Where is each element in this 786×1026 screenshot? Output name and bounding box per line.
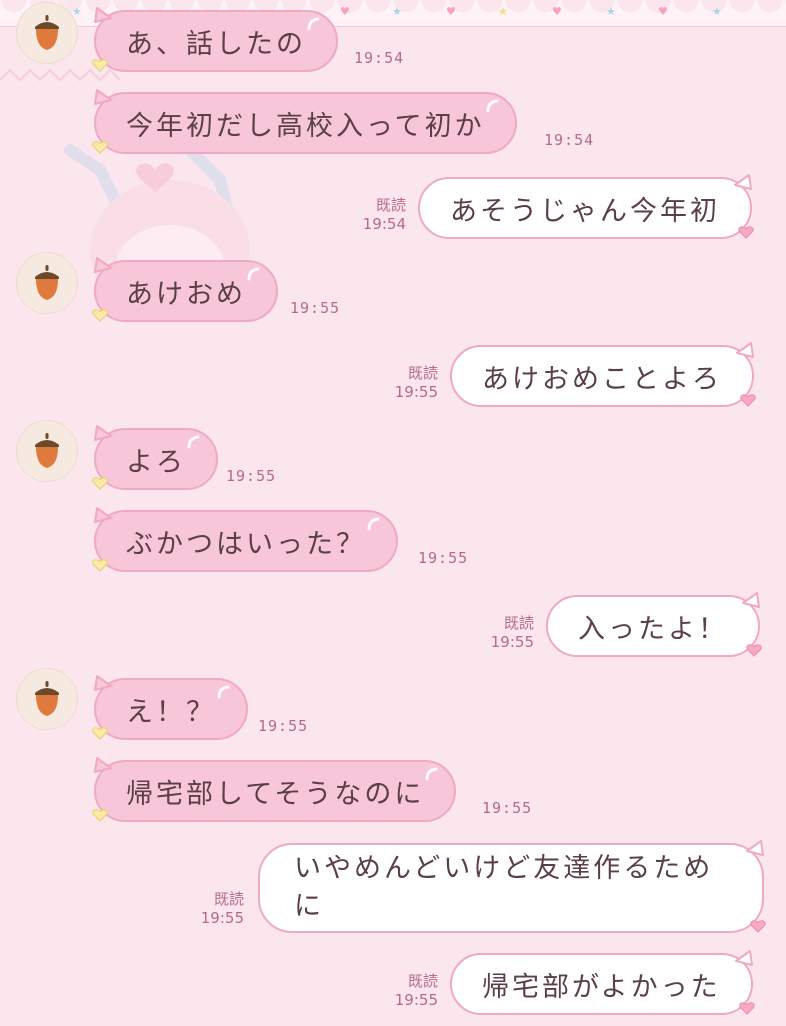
outgoing-message-bubble[interactable]: 帰宅部がよかった <box>450 950 755 1015</box>
message-text: あ、話したの <box>126 28 306 60</box>
message-timestamp: 19:54 <box>354 49 405 67</box>
message-text: 帰宅部がよかった <box>482 971 721 1003</box>
incoming-message-bubble[interactable]: よろ <box>92 425 218 490</box>
heart-decoration-icon: ♥ <box>446 5 456 18</box>
outgoing-message-bubble[interactable]: あけおめことよろ <box>450 342 756 407</box>
read-receipt: 既読 19:55 <box>382 364 438 402</box>
bubble-shine-decoration <box>187 435 200 449</box>
message-timestamp: 19:55 <box>482 799 533 817</box>
contact-avatar[interactable] <box>16 420 78 482</box>
incoming-message-bubble[interactable]: 帰宅部してそうなのに <box>92 757 457 822</box>
acorn-icon <box>35 681 59 716</box>
bubble-ear-decoration <box>94 425 112 441</box>
message-timestamp: 19:55 <box>200 909 244 927</box>
bubble-shine-decoration <box>720 183 736 199</box>
contact-avatar[interactable] <box>16 2 78 64</box>
read-label: 既読 <box>375 196 406 214</box>
yellow-heart-icon <box>92 727 108 740</box>
incoming-message-bubble[interactable]: ぶかつはいった？ <box>92 507 398 572</box>
bubble-shine-decoration <box>367 517 380 531</box>
message-timestamp: 19:55 <box>418 549 469 567</box>
bubble-shine-decoration <box>247 267 260 281</box>
bubble-shine-decoration <box>486 99 499 113</box>
read-label: 既読 <box>503 614 534 632</box>
heart-decoration-icon: ♥ <box>340 5 350 18</box>
read-receipt: 既読 19:55 <box>382 972 438 1010</box>
message-text: ぶかつはいった？ <box>126 528 366 560</box>
read-receipt: 既読 19:54 <box>350 196 406 234</box>
message-text: あけおめことよろ <box>482 363 722 395</box>
message-text: 帰宅部してそうなのに <box>126 778 425 810</box>
bubble-shine-decoration <box>307 17 320 31</box>
acorn-icon <box>35 15 59 50</box>
read-label: 既読 <box>213 890 244 908</box>
pink-heart-icon <box>738 226 754 239</box>
bubble-shine-decoration <box>732 849 748 865</box>
message-timestamp: 19:55 <box>226 467 277 485</box>
message-timestamp: 19:55 <box>290 299 341 317</box>
star-decoration-icon: ★ <box>712 5 722 18</box>
pink-heart-icon <box>746 644 762 657</box>
message-text: よろ <box>126 446 186 478</box>
bubble-ear-decoration <box>94 507 112 523</box>
message-timestamp: 19:55 <box>258 717 309 735</box>
message-timestamp: 19:54 <box>362 215 406 233</box>
read-label: 既読 <box>407 972 438 990</box>
read-receipt: 既読 19:55 <box>478 614 534 652</box>
message-text: あけおめ <box>126 278 246 310</box>
message-timestamp: 19:54 <box>544 131 595 149</box>
bubble-shine-decoration <box>425 767 438 781</box>
bubble-ear-decoration <box>94 7 112 23</box>
message-text: 今年初だし高校入って初か <box>126 110 485 142</box>
yellow-heart-icon <box>92 477 108 490</box>
read-receipt: 既読 19:55 <box>188 890 244 928</box>
incoming-message-bubble[interactable]: え！？ <box>92 675 248 740</box>
yellow-heart-icon <box>92 809 108 822</box>
message-text: え！？ <box>126 696 216 728</box>
bubble-shine-decoration <box>721 959 737 975</box>
outgoing-message-bubble[interactable]: いやめんどいけど友達作るために <box>258 840 766 933</box>
star-decoration-icon: ★ <box>72 5 82 18</box>
star-decoration-icon: ★ <box>392 5 402 18</box>
bubble-shine-decoration <box>728 601 744 617</box>
bubble-ear-decoration <box>94 757 112 773</box>
message-timestamp: 19:55 <box>394 383 438 401</box>
pink-heart-icon <box>750 920 766 933</box>
incoming-message-bubble[interactable]: あ、話したの <box>92 7 338 72</box>
bubble-ear-decoration <box>94 89 112 105</box>
contact-avatar[interactable] <box>16 252 78 314</box>
message-timestamp: 19:55 <box>490 633 534 651</box>
outgoing-message-bubble[interactable]: 入ったよ！ <box>546 592 762 657</box>
pink-heart-icon <box>740 394 756 407</box>
incoming-message-bubble[interactable]: あけおめ <box>92 257 278 322</box>
message-text: いやめんどいけど友達作るために <box>294 853 714 922</box>
star-decoration-icon: ★ <box>606 5 616 18</box>
yellow-heart-icon <box>92 59 108 72</box>
outgoing-message-bubble[interactable]: あそうじゃん今年初 <box>418 174 754 239</box>
incoming-message-bubble[interactable]: 今年初だし高校入って初か <box>92 89 517 154</box>
message-text: 入ったよ！ <box>578 613 728 645</box>
read-label: 既読 <box>407 364 438 382</box>
bubble-shine-decoration <box>722 351 738 367</box>
message-text: あそうじゃん今年初 <box>450 195 720 227</box>
star-decoration-icon: ★ <box>498 5 508 18</box>
heart-decoration-icon: ♥ <box>552 5 562 18</box>
heart-decoration-icon: ♥ <box>658 5 668 18</box>
acorn-icon <box>35 433 59 468</box>
pink-heart-icon <box>738 1002 755 1015</box>
yellow-heart-icon <box>92 559 108 572</box>
yellow-heart-icon <box>92 309 108 322</box>
acorn-icon <box>35 265 59 300</box>
bubble-shine-decoration <box>217 685 230 699</box>
yellow-heart-icon <box>92 141 108 154</box>
bubble-ear-decoration <box>94 257 112 273</box>
message-timestamp: 19:55 <box>394 991 438 1009</box>
contact-avatar[interactable] <box>16 668 78 730</box>
bubble-ear-decoration <box>94 675 112 691</box>
